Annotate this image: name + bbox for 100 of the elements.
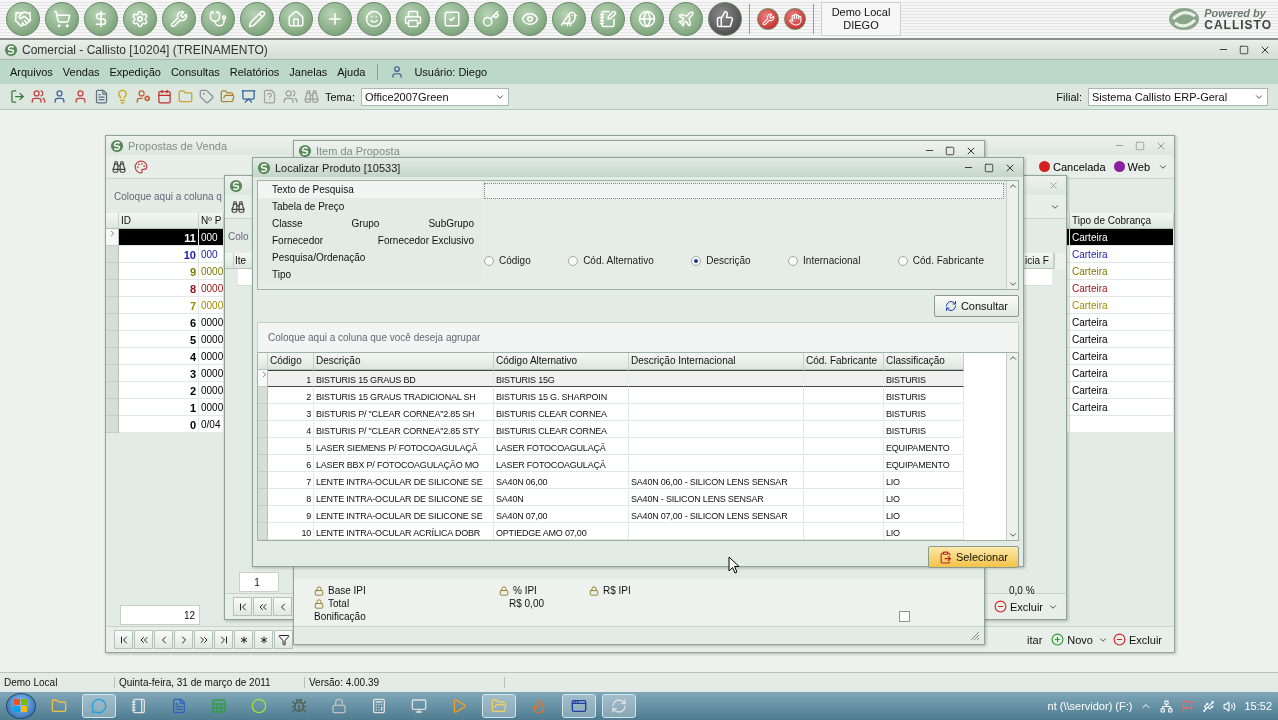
filter-label: Classe: [272, 218, 303, 229]
id-text: 0: [189, 419, 196, 431]
legend-button[interactable]: Cancelada: [1039, 160, 1106, 173]
field-label: Total: [328, 598, 350, 609]
table-cell: BISTURIS: [884, 370, 964, 387]
id-text: 11: [184, 232, 196, 244]
number-cell: 0000: [199, 365, 224, 382]
theme-dropdown[interactable]: Office2007Green: [360, 87, 509, 106]
table-cell: BISTURIS: [884, 421, 964, 438]
table-cell: BISTURIS CLEAR CORNEA: [494, 421, 629, 438]
table-cell: 1: [268, 370, 314, 387]
group-hint: Coloque aqui a coluna que você deseja agrupar: [268, 332, 481, 343]
ipi-value: 0,0 %: [1009, 585, 1035, 596]
table-cell: LASER FOTOCOAGULAÇÃ: [494, 438, 629, 455]
billing-cell: Carteira: [1070, 348, 1174, 365]
status-text: Demo Local: [0, 677, 115, 688]
table-cell: SA40N - SILICON LENS SENSAR: [629, 489, 804, 506]
table-cell: LENTE INTRA-OCULAR DE SILICONE SE: [314, 506, 494, 523]
sort-radio[interactable]: Cód. Alternativo: [568, 255, 654, 266]
table-cell: BISTURIS 15 GRAUS TRADICIONAL SH: [314, 387, 494, 404]
column-header[interactable]: Descrição Internacional: [629, 353, 804, 370]
id-text: 10: [183, 249, 196, 261]
sort-radio[interactable]: Cód. Fabricante: [897, 255, 984, 266]
table-cell: 10: [268, 523, 314, 540]
column-header[interactable]: Tipo de Cobrança: [1070, 213, 1174, 229]
menu-item[interactable]: Relatórios: [229, 66, 280, 78]
column-header[interactable]: icia F: [1024, 253, 1054, 269]
new-button[interactable]: Novo: [1047, 633, 1097, 646]
logo-brand: CALLISTO: [1204, 19, 1272, 31]
filter-label: Fornecedor: [272, 235, 324, 246]
table-cell: BISTURIS: [884, 404, 964, 421]
id-text: 9: [189, 266, 196, 278]
group-hint: Coloque aqui a coluna q: [114, 190, 222, 202]
id-text: 3: [189, 368, 196, 380]
table-cell: LASER SIEMENS P/ FOTOCOAGULAÇÃ: [314, 438, 494, 455]
table-cell: LIO: [884, 523, 964, 540]
menu-item[interactable]: Consultas: [170, 66, 220, 78]
table-cell: BISTURIS 15 G. SHARPOIN: [494, 387, 629, 404]
delete-button[interactable]: Excluir: [1109, 633, 1166, 646]
session-text: DIEGO: [843, 19, 879, 32]
sort-radio[interactable]: Descrição: [691, 255, 751, 266]
number-cell: 0/04: [199, 416, 224, 433]
column-header[interactable]: Código Alternativo: [494, 353, 629, 370]
table-cell: LENTE INTRA-OCULAR DE SILICONE SE: [314, 472, 494, 489]
legend-button[interactable]: Web: [1113, 160, 1150, 173]
window-title: Localizar Produto [10533]: [275, 161, 401, 174]
number-cell: 0000: [199, 348, 224, 365]
billing-cell: Carteira: [1070, 246, 1174, 263]
billing-cell: Carteira: [1070, 263, 1174, 280]
logo-tagline: Powered by: [1204, 7, 1267, 19]
theme-label: Tema:: [325, 90, 355, 103]
select-button[interactable]: Selecionar: [928, 546, 1019, 568]
drive-label: nt (\\servidor) (F:): [1047, 700, 1133, 712]
status-text: Versão: 4.00.39: [305, 677, 505, 688]
branch-dropdown[interactable]: Sistema Callisto ERP-Geral: [1088, 87, 1268, 106]
filter-label: Tabela de Preço: [272, 201, 345, 212]
window-title: Propostas de Venda: [128, 139, 228, 152]
filter-label: Texto de Pesquisa: [272, 184, 354, 195]
billing-cell: Carteira: [1070, 365, 1174, 382]
column-header[interactable]: Descrição: [314, 353, 494, 370]
menu-item[interactable]: Expedição: [109, 66, 161, 78]
window-title: Comercial - Callisto [10204] (TREINAMENTO): [22, 42, 268, 57]
delete-button[interactable]: Excluir: [990, 600, 1047, 613]
table-cell: BISTURIS 15 GRAUS BD: [314, 370, 494, 387]
table-cell: SA40N 06,00: [494, 472, 629, 489]
table-cell: 5: [268, 438, 314, 455]
table-cell: 8: [268, 489, 314, 506]
field-label: R$ IPI: [603, 585, 631, 596]
table-cell: EQUIPAMENTO: [884, 438, 964, 455]
table-cell: BISTURIS P/ "CLEAR CORNEA"2.85 SH: [314, 404, 494, 421]
table-cell: LENTE INTRA-OCULAR ACRÍLICA DOBR: [314, 523, 494, 540]
number-cell: 0000: [199, 382, 224, 399]
number-cell: 0000: [199, 331, 224, 348]
table-cell: LASER FOTOCOAGULAÇÃ: [494, 455, 629, 472]
table-cell: 7: [268, 472, 314, 489]
column-header[interactable]: Nº P: [199, 213, 224, 229]
search-button[interactable]: Consultar: [933, 295, 1019, 317]
sort-radio[interactable]: Internacional: [788, 255, 861, 266]
column-header[interactable]: Cód. Fabricante: [804, 353, 884, 370]
id-text: 1: [189, 402, 196, 414]
clock: 15:52: [1244, 700, 1272, 712]
table-cell: SA40N: [494, 489, 629, 506]
column-header[interactable]: Classificação: [884, 353, 964, 370]
menu-item[interactable]: Janelas: [289, 66, 328, 78]
column-header[interactable]: Código: [268, 353, 314, 370]
window-title: Item da Proposta: [316, 144, 400, 157]
menu-item[interactable]: Vendas: [62, 66, 100, 78]
column-header[interactable]: ID: [119, 213, 199, 229]
billing-cell: Carteira: [1070, 229, 1174, 246]
menu-item[interactable]: Arquivos: [10, 66, 53, 78]
table-cell: 6: [268, 455, 314, 472]
sort-radio[interactable]: Código: [484, 255, 531, 266]
edit-button[interactable]: itar: [1023, 633, 1047, 646]
number-cell: 000: [199, 229, 224, 246]
billing-cell: Carteira: [1070, 331, 1174, 348]
number-cell: 0000: [199, 399, 224, 416]
menu-item[interactable]: Ajuda: [337, 66, 366, 78]
user-label: Usuário: Diego: [414, 66, 488, 78]
number-cell: 0000: [199, 263, 224, 280]
field-label: Base IPI: [328, 585, 366, 596]
